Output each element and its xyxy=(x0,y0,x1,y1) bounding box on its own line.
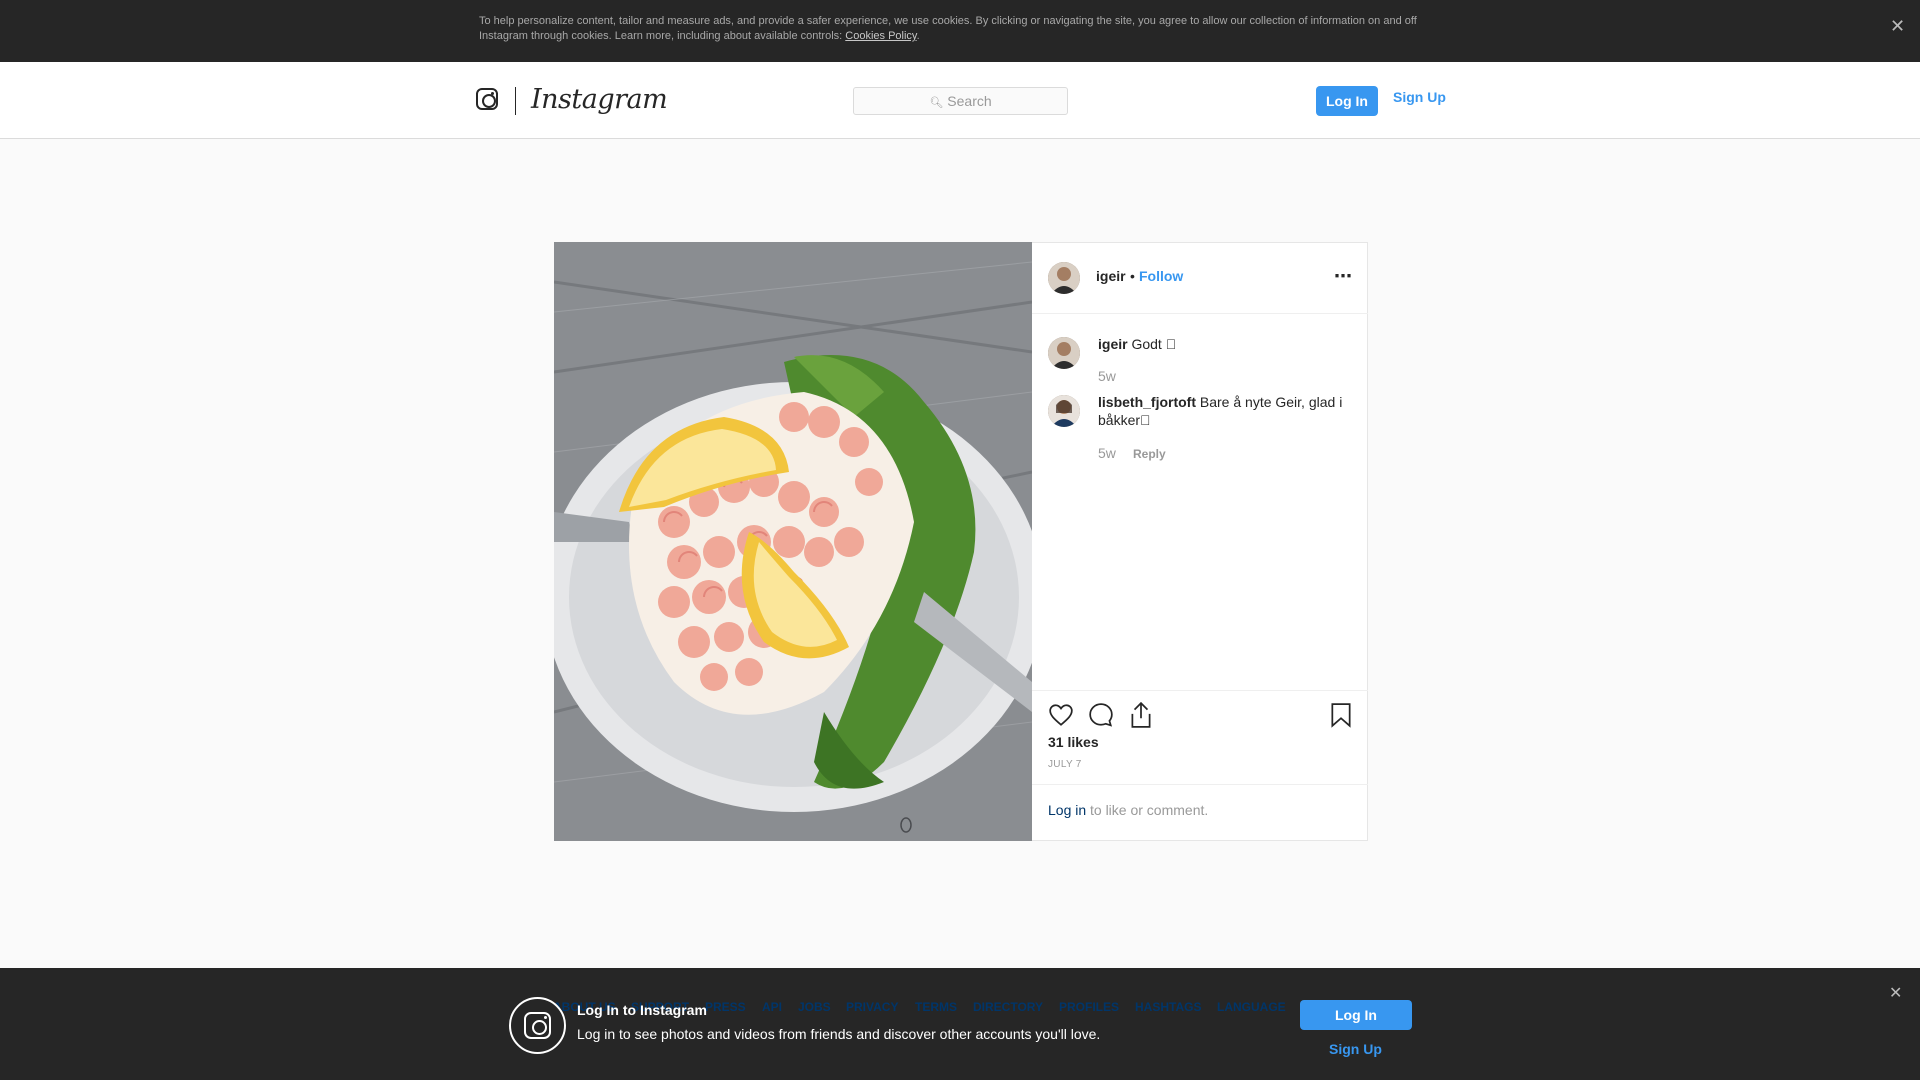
comment-icon[interactable] xyxy=(1088,702,1114,728)
comment: lisbeth_fjortoft Bare å nyte Geir, glad … xyxy=(1098,393,1353,429)
close-icon[interactable]: ✕ xyxy=(1889,983,1902,1003)
follow-button[interactable]: Follow xyxy=(1139,268,1183,284)
comment: igeir Godt   xyxy=(1098,335,1353,353)
heart-icon[interactable] xyxy=(1048,702,1074,728)
login-prompt-text: to like or comment. xyxy=(1090,802,1209,818)
author-avatar[interactable] xyxy=(1048,262,1080,294)
cookie-text: To help personalize content, tailor and … xyxy=(479,15,1417,42)
instagram-glyph-icon[interactable] xyxy=(476,88,498,110)
login-banner-subtitle: Log in to see photos and videos from fri… xyxy=(577,1026,1101,1042)
comment-avatar[interactable] xyxy=(1048,395,1080,427)
comment-time: 5w xyxy=(1098,368,1116,384)
footer-link-profiles[interactable]: PROFILES xyxy=(1059,1000,1119,1014)
post-date: JULY 7 xyxy=(1048,759,1082,770)
logo-divider xyxy=(515,87,516,115)
footer-link-api[interactable]: API xyxy=(762,1000,782,1014)
bookmark-icon[interactable] xyxy=(1330,702,1352,728)
banner-login-button[interactable]: Log In xyxy=(1300,1000,1412,1030)
comment-time: 5w xyxy=(1098,445,1116,461)
footer-link-terms[interactable]: TERMS xyxy=(915,1000,957,1014)
instagram-wordmark[interactable]: Instagram xyxy=(531,84,668,115)
search-placeholder: Search xyxy=(947,93,992,109)
search-icon: 🔍︎ xyxy=(929,97,944,109)
banner-signup-link[interactable]: Sign Up xyxy=(1329,1041,1382,1057)
post-header xyxy=(1032,242,1368,314)
close-icon[interactable]: ✕ xyxy=(1890,16,1905,37)
cookie-banner: To help personalize content, tailor and … xyxy=(0,0,1920,62)
comment-username[interactable]: igeir xyxy=(1098,336,1128,352)
footer-link-jobs[interactable]: JOBS xyxy=(798,1000,831,1014)
footer-link-press[interactable]: PRESS xyxy=(705,1000,746,1014)
separator-dot: • xyxy=(1130,268,1135,284)
footer-link-directory[interactable]: DIRECTORY xyxy=(973,1000,1043,1014)
login-banner xyxy=(0,968,1920,1080)
login-link[interactable]: Log in xyxy=(1048,802,1086,818)
signup-link[interactable]: Sign Up xyxy=(1393,89,1446,105)
footer-link-privacy[interactable]: PRIVACY xyxy=(846,1000,898,1014)
footer-link-hashtags[interactable]: HASHTAGS xyxy=(1135,1000,1201,1014)
post-photo[interactable] xyxy=(554,242,1032,841)
instagram-logo-icon xyxy=(509,997,566,1054)
cookies-policy-link[interactable]: Cookies Policy xyxy=(845,30,916,42)
footer-link-language[interactable]: LANGUAGE xyxy=(1217,1000,1286,1014)
login-banner-title: Log In to Instagram xyxy=(577,1002,707,1018)
likes-count[interactable]: 31 likes xyxy=(1048,734,1099,750)
search-input[interactable]: 🔍︎ Search xyxy=(853,87,1068,115)
comment-avatar[interactable] xyxy=(1048,337,1080,369)
reply-button[interactable]: Reply xyxy=(1133,447,1166,461)
comment-username[interactable]: lisbeth_fjortoft xyxy=(1098,394,1196,410)
more-options-icon[interactable]: ⋯ xyxy=(1334,266,1353,287)
login-button[interactable]: Log In xyxy=(1316,86,1378,116)
share-icon[interactable] xyxy=(1128,701,1154,729)
comment-text: Godt   xyxy=(1131,336,1177,352)
author-username[interactable]: igeir xyxy=(1096,268,1126,284)
